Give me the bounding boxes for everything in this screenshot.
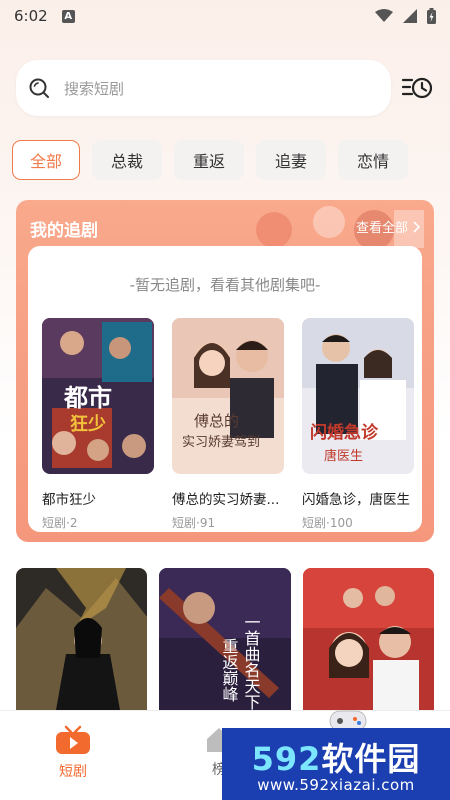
tab-romance[interactable]: 恋情: [338, 140, 408, 180]
site-watermark: 592软件园 www.592xiazai.com: [222, 728, 450, 800]
history-clock-icon: [402, 77, 433, 99]
empty-follow-text: -暂无追剧，看看其他剧集吧-: [129, 276, 321, 294]
svg-text:唐医生: 唐医生: [324, 448, 363, 464]
svg-text:傅总的: 傅总的: [194, 412, 239, 430]
recommend-grid: 一首曲名天下 重返巅峰: [16, 568, 434, 710]
drama-card[interactable]: 闪婚急诊 唐医生 闪婚急诊，唐医生 短剧·100: [302, 318, 414, 531]
drama-poster: 闪婚急诊 唐医生: [302, 318, 414, 474]
my-follow-card: 我的追剧 查看全部 -暂无追剧，看看其他剧集吧- 都市 狂少 都市狂少 短剧·2: [16, 200, 434, 542]
search-row: 搜索短剧: [16, 60, 434, 116]
battery-icon: [427, 8, 436, 24]
history-button[interactable]: [401, 71, 435, 105]
recommend-poster[interactable]: [16, 568, 148, 710]
tab-return[interactable]: 重返: [174, 140, 244, 180]
follow-list-panel: -暂无追剧，看看其他剧集吧- 都市 狂少 都市狂少 短剧·2 傅总的 实习娇妻驾…: [28, 246, 422, 532]
view-all-link[interactable]: 查看全部: [356, 217, 420, 236]
status-time: 6:02: [14, 7, 48, 25]
drama-episode-count: 短剧·100: [302, 516, 353, 530]
tab-chase-wife[interactable]: 追妻: [256, 140, 326, 180]
drama-name: 都市狂少: [42, 492, 96, 508]
tab-all[interactable]: 全部: [12, 140, 80, 180]
drama-episode-count: 短剧·2: [42, 516, 78, 530]
svg-text:实习娇妻驾到: 实习娇妻驾到: [182, 435, 260, 450]
signal-icon: [403, 9, 417, 23]
search-input[interactable]: 搜索短剧: [16, 60, 391, 116]
drama-card[interactable]: 都市 狂少 都市狂少 短剧·2: [42, 318, 154, 531]
nav-label: 短剧: [59, 764, 87, 780]
chevron-right-icon: [413, 220, 420, 233]
notification-a-icon: A: [61, 9, 75, 23]
drama-card[interactable]: 傅总的 实习娇妻驾到 傅总的实习娇妻... 短剧·91: [172, 318, 284, 531]
watermark-url: www.592xiazai.com: [257, 776, 415, 794]
view-all-label: 查看全部: [355, 221, 408, 236]
follow-title: 我的追剧: [30, 221, 98, 241]
recommend-poster[interactable]: 一首曲名天下 重返巅峰: [159, 568, 291, 710]
category-tabs: 全部 总裁 重返 追妻 恋情: [12, 140, 450, 182]
drama-poster: 傅总的 实习娇妻驾到: [172, 318, 284, 474]
svg-text:重返巅峰: 重返巅峰: [220, 638, 239, 702]
search-icon: [29, 78, 49, 98]
drama-name: 傅总的实习娇妻...: [172, 492, 280, 508]
svg-text:闪婚急诊: 闪婚急诊: [310, 422, 379, 443]
svg-text:都市: 都市: [63, 384, 112, 412]
drama-poster: 都市 狂少: [42, 318, 154, 474]
nav-item-drama[interactable]: 短剧: [55, 725, 91, 781]
svg-text:一首曲名天下: 一首曲名天下: [242, 614, 261, 710]
watermark-logo: 592软件园: [251, 740, 421, 778]
drama-name: 闪婚急诊，唐医生: [302, 492, 410, 508]
tab-ceo[interactable]: 总裁: [92, 140, 162, 180]
status-bar: 6:02 A: [0, 0, 450, 32]
search-placeholder: 搜索短剧: [64, 79, 125, 98]
drama-episode-count: 短剧·91: [172, 516, 216, 530]
wifi-icon: [375, 9, 393, 22]
tv-icon: [56, 725, 90, 754]
recommend-poster[interactable]: [302, 568, 434, 710]
svg-text:狂少: 狂少: [70, 414, 106, 435]
